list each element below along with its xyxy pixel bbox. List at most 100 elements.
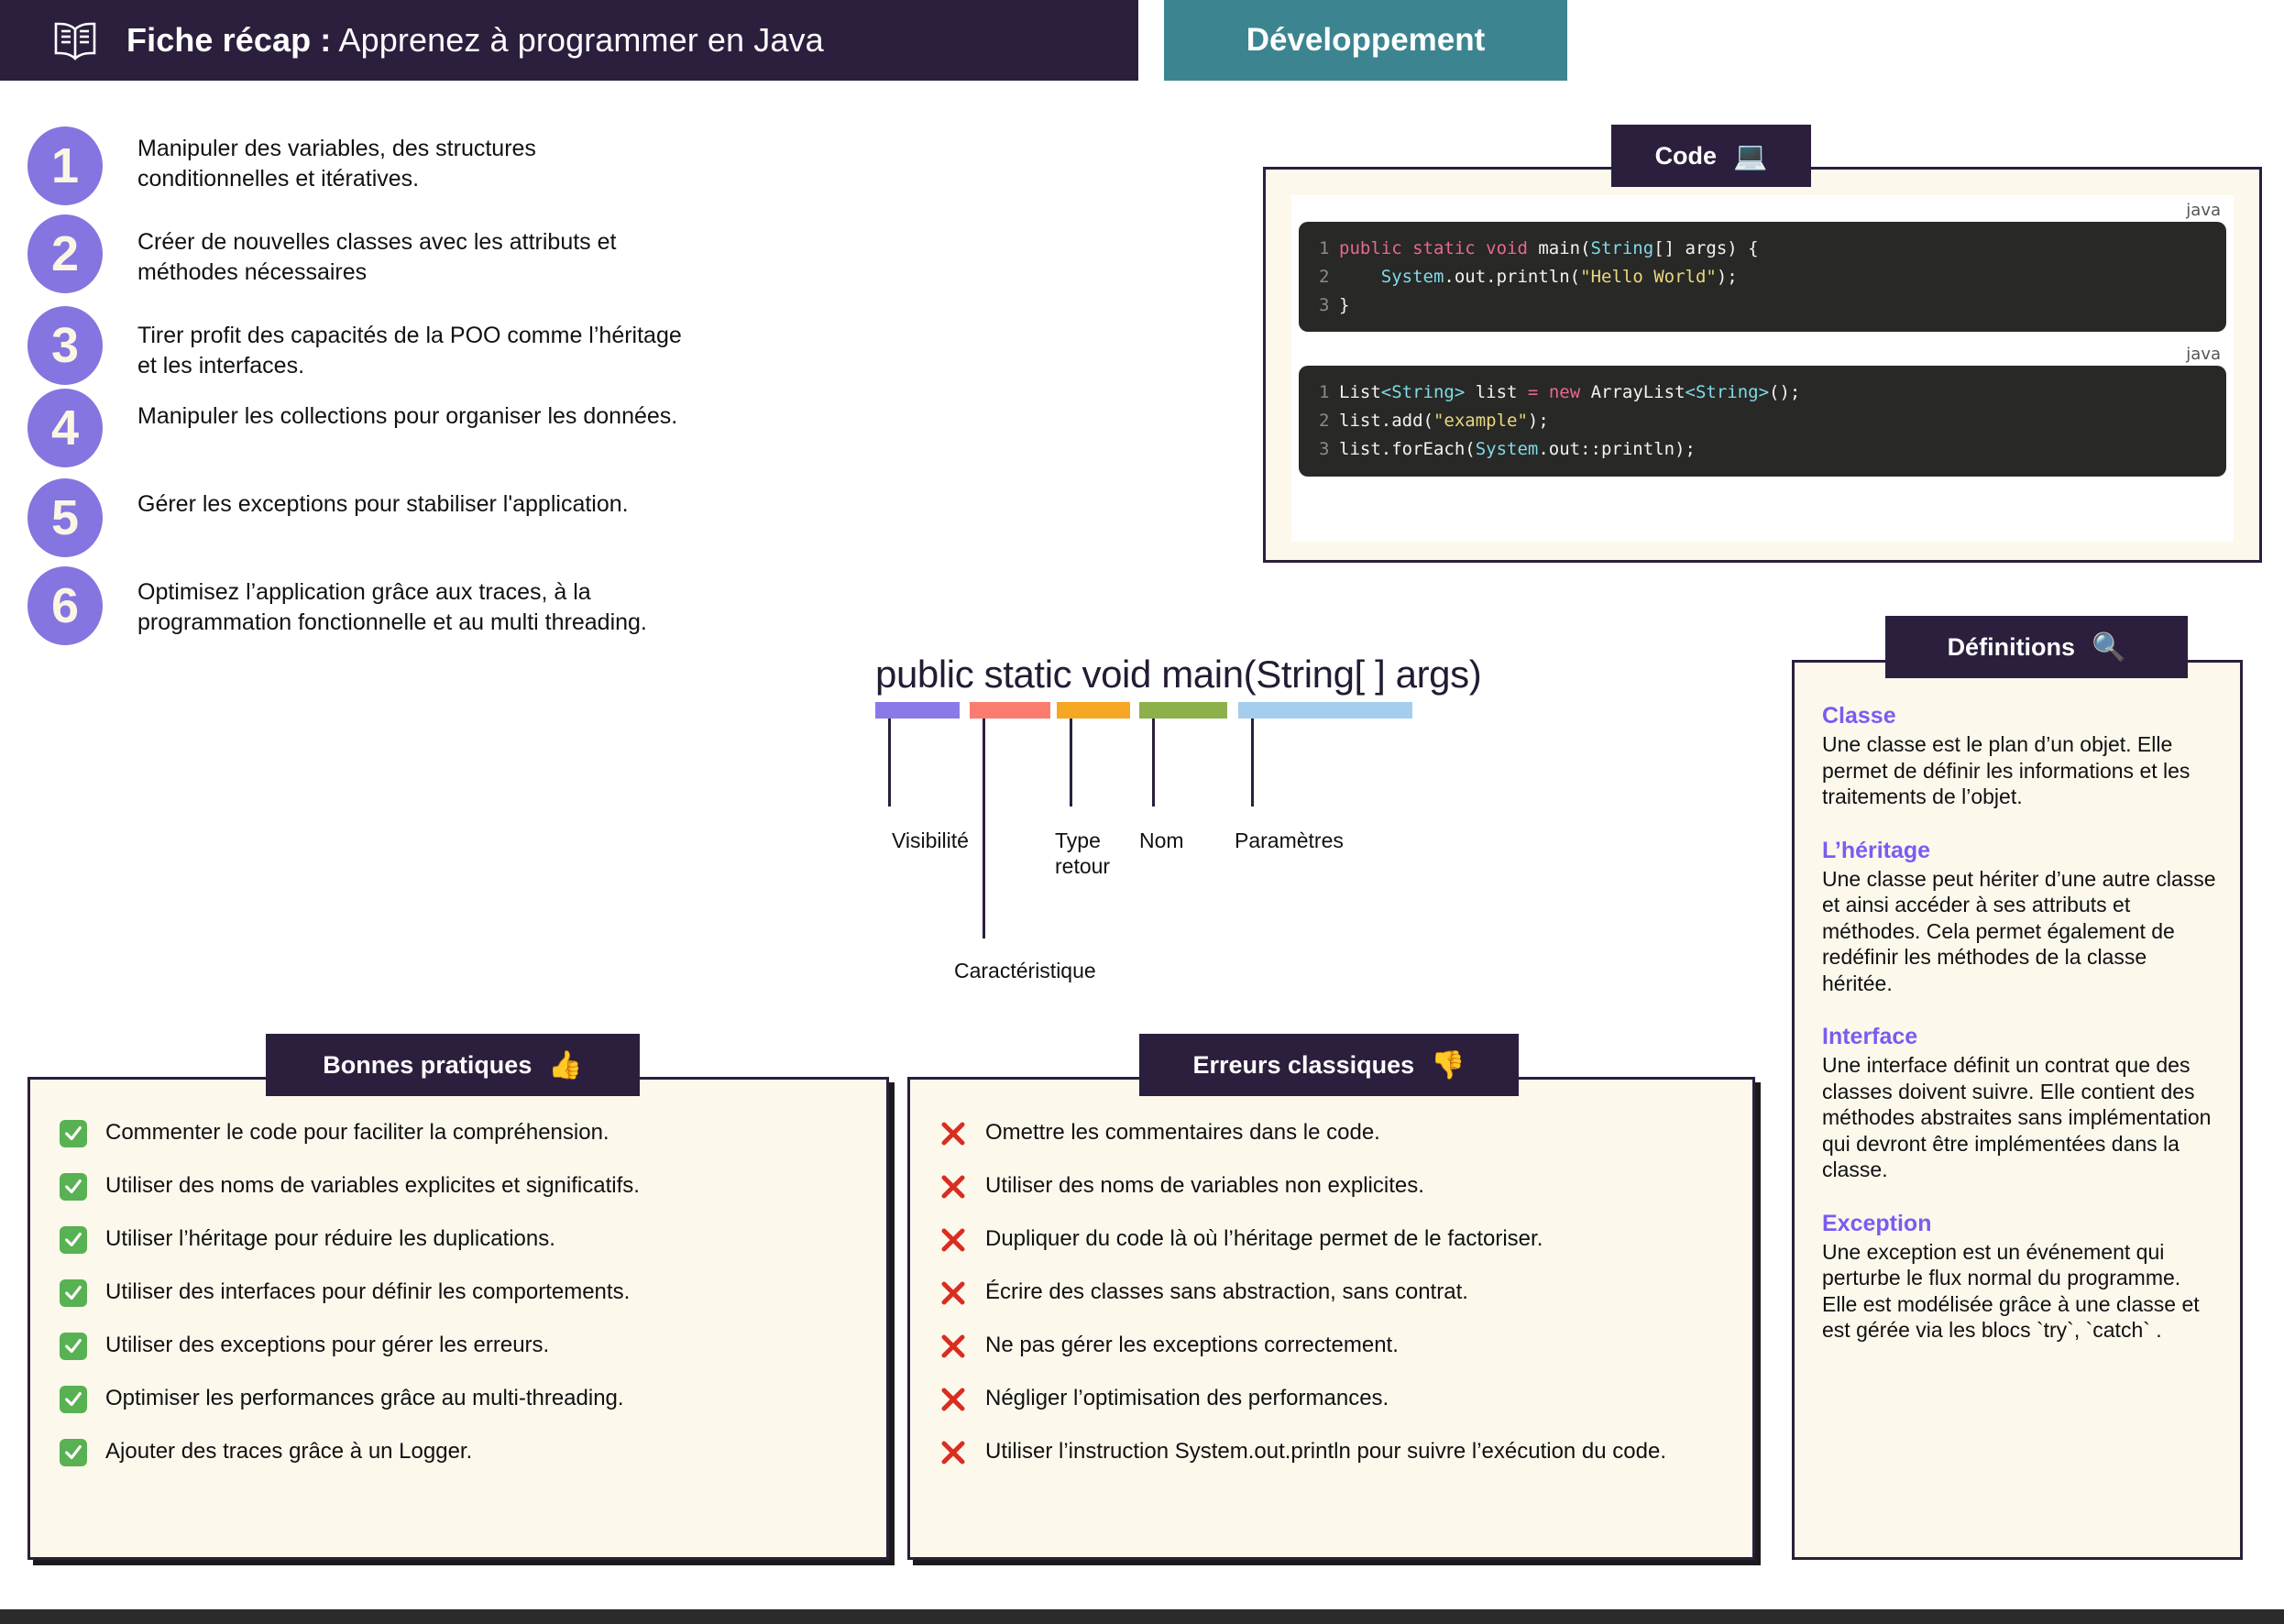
signature-segment-label: Paramètres xyxy=(1235,828,1344,852)
signature-segment-bar xyxy=(1238,702,1412,719)
page-title-bold: Fiche récap : xyxy=(126,21,332,59)
check-icon xyxy=(60,1226,87,1254)
list-item-text: Utiliser des noms de variables non expli… xyxy=(985,1173,1424,1198)
code-token: "example" xyxy=(1433,411,1528,432)
code-token: new xyxy=(1548,382,1591,403)
code-line-number: 3 xyxy=(1319,438,1330,459)
header-bar: Fiche récap : Apprenez à programmer en J… xyxy=(0,0,1138,81)
check-icon xyxy=(60,1173,87,1201)
good-practices-list: Commenter le code pour faciliter la comp… xyxy=(30,1080,886,1466)
list-item-text: Ajouter des traces grâce à un Logger. xyxy=(105,1439,473,1464)
objective-text: Manipuler les collections pour organiser… xyxy=(137,403,678,429)
list-item-text: Utiliser des noms de variables explicite… xyxy=(105,1173,640,1198)
list-item: Utiliser l’héritage pour réduire les dup… xyxy=(60,1224,859,1254)
definitions-list: Classe Une classe est le plan d’un objet.… xyxy=(1795,663,2240,1344)
objective-item: 4 Manipuler les collections pour organise… xyxy=(27,389,677,467)
code-token: list.add( xyxy=(1339,411,1433,432)
signature-bars xyxy=(875,702,1645,719)
check-icon xyxy=(60,1333,87,1360)
code-token: System xyxy=(1475,438,1539,459)
signature-leader-line xyxy=(888,719,891,807)
list-item-text: Utiliser des interfaces pour définir les… xyxy=(105,1279,631,1304)
list-item: Utiliser des noms de variables explicite… xyxy=(60,1171,859,1201)
code-line-number: 2 xyxy=(1319,411,1330,432)
definition-term: Interface xyxy=(1822,1024,1918,1050)
infographic-page: Fiche récap : Apprenez à programmer en J… xyxy=(0,0,2284,1624)
code-token: = xyxy=(1527,382,1549,403)
list-item: Écrire des classes sans abstraction, san… xyxy=(939,1278,1725,1307)
common-errors-list: Omettre les commentaires dans le code. Ut… xyxy=(910,1080,1752,1466)
list-item: Utiliser des noms de variables non expli… xyxy=(939,1171,1725,1201)
objective-item: 5 Gérer les exceptions pour stabiliser l'… xyxy=(27,478,629,557)
list-item-text: Dupliquer du code là où l’héritage perme… xyxy=(985,1226,1543,1251)
code-token: } xyxy=(1339,294,1350,315)
code-line: 3} xyxy=(1319,291,2206,320)
list-item: Négliger l’optimisation des performances… xyxy=(939,1384,1725,1413)
list-item-text: Écrire des classes sans abstraction, san… xyxy=(985,1279,1468,1304)
footer-bar xyxy=(0,1609,2284,1624)
good-practices-tab: Bonnes pratiques 👍 xyxy=(266,1034,640,1096)
code-block: 1 List<String> list = new ArrayList<Strin… xyxy=(1299,366,2226,477)
signature-segment-bar xyxy=(875,702,960,719)
list-item: Utiliser des interfaces pour définir les… xyxy=(60,1278,859,1307)
definition-term: L’héritage xyxy=(1822,837,1931,863)
signature-segment-label: Nom xyxy=(1139,828,1184,852)
check-icon xyxy=(60,1386,87,1413)
cross-icon xyxy=(939,1120,967,1147)
objective-text: Optimisez l’application grâce aux traces… xyxy=(137,579,647,635)
signature-segment-label: Type retour xyxy=(1055,828,1111,878)
signature-leader-line xyxy=(1251,719,1254,807)
page-title-light: Apprenez à programmer en Java xyxy=(338,21,824,59)
check-icon xyxy=(60,1279,87,1307)
code-line: 2 System.out.println("Hello World"); xyxy=(1319,263,2206,291)
open-book-icon xyxy=(54,22,96,60)
category-badge: Développement xyxy=(1164,0,1567,81)
cross-icon xyxy=(939,1226,967,1254)
objective-item: 6 Optimisez l’application grâce aux trace… xyxy=(27,566,687,645)
list-item-text: Omettre les commentaires dans le code. xyxy=(985,1120,1380,1145)
method-signature-title: public static void main(String[ ] args) xyxy=(875,653,1482,696)
page-title: Fiche récap : Apprenez à programmer en J… xyxy=(126,21,824,60)
code-token: ); xyxy=(1527,411,1549,432)
code-token: "Hello World" xyxy=(1580,266,1717,287)
code-line-number: 2 xyxy=(1319,266,1330,287)
signature-leader-line xyxy=(1152,719,1155,807)
objective-number-badge: 1 xyxy=(27,126,103,205)
list-item-text: Utiliser l’héritage pour réduire les dup… xyxy=(105,1226,555,1251)
signature-segment-bar xyxy=(1057,702,1130,719)
code-token: list.forEach( xyxy=(1339,438,1476,459)
code-block: 1 public static void main(String[] args) … xyxy=(1299,222,2226,333)
code-token: .out.println( xyxy=(1444,266,1581,287)
definitions-tab: Définitions 🔍 xyxy=(1885,616,2188,678)
list-item-text: Utiliser des exceptions pour gérer les e… xyxy=(105,1333,550,1357)
list-item: Dupliquer du code là où l’héritage perme… xyxy=(939,1224,1725,1254)
code-token: ArrayList xyxy=(1590,382,1686,403)
list-item: Ne pas gérer les exceptions correctement… xyxy=(939,1331,1725,1360)
check-icon xyxy=(60,1439,87,1466)
definition-body: Une exception est un événement qui pertu… xyxy=(1822,1239,2200,1343)
code-token: list xyxy=(1465,382,1528,403)
list-item: Utiliser des exceptions pour gérer les e… xyxy=(60,1331,859,1360)
laptop-icon: 💻 xyxy=(1733,140,1768,171)
cross-icon xyxy=(939,1173,967,1201)
common-errors-tab-label: Erreurs classiques xyxy=(1192,1050,1415,1079)
thumbs-down-icon: 👎 xyxy=(1431,1049,1466,1081)
code-panel-inner: java 1 public static void main(String[] ar… xyxy=(1291,195,2234,542)
list-item: Optimiser les performances grâce au mult… xyxy=(60,1384,859,1413)
objective-number-badge: 2 xyxy=(27,214,103,293)
magnifier-icon: 🔍 xyxy=(2092,631,2126,663)
definition-body: Une classe peut hériter d’une autre clas… xyxy=(1822,866,2216,995)
code-token: ); xyxy=(1716,266,1738,287)
thumbs-up-icon: 👍 xyxy=(548,1049,583,1081)
category-badge-label: Développement xyxy=(1246,22,1486,58)
code-token: .out::println); xyxy=(1538,438,1696,459)
cross-icon xyxy=(939,1439,967,1466)
code-token: System xyxy=(1380,266,1444,287)
list-item-text: Négliger l’optimisation des performances… xyxy=(985,1386,1389,1410)
code-line: 3 list.forEach(System.out::println); xyxy=(1319,435,2206,464)
objective-text: Manipuler des variables, des structures … xyxy=(137,136,536,192)
objective-item: 2 Créer de nouvelles classes avec les att… xyxy=(27,214,687,293)
good-practices-panel: Commenter le code pour faciliter la comp… xyxy=(27,1077,889,1560)
list-item-text: Ne pas gérer les exceptions correctement… xyxy=(985,1333,1399,1357)
